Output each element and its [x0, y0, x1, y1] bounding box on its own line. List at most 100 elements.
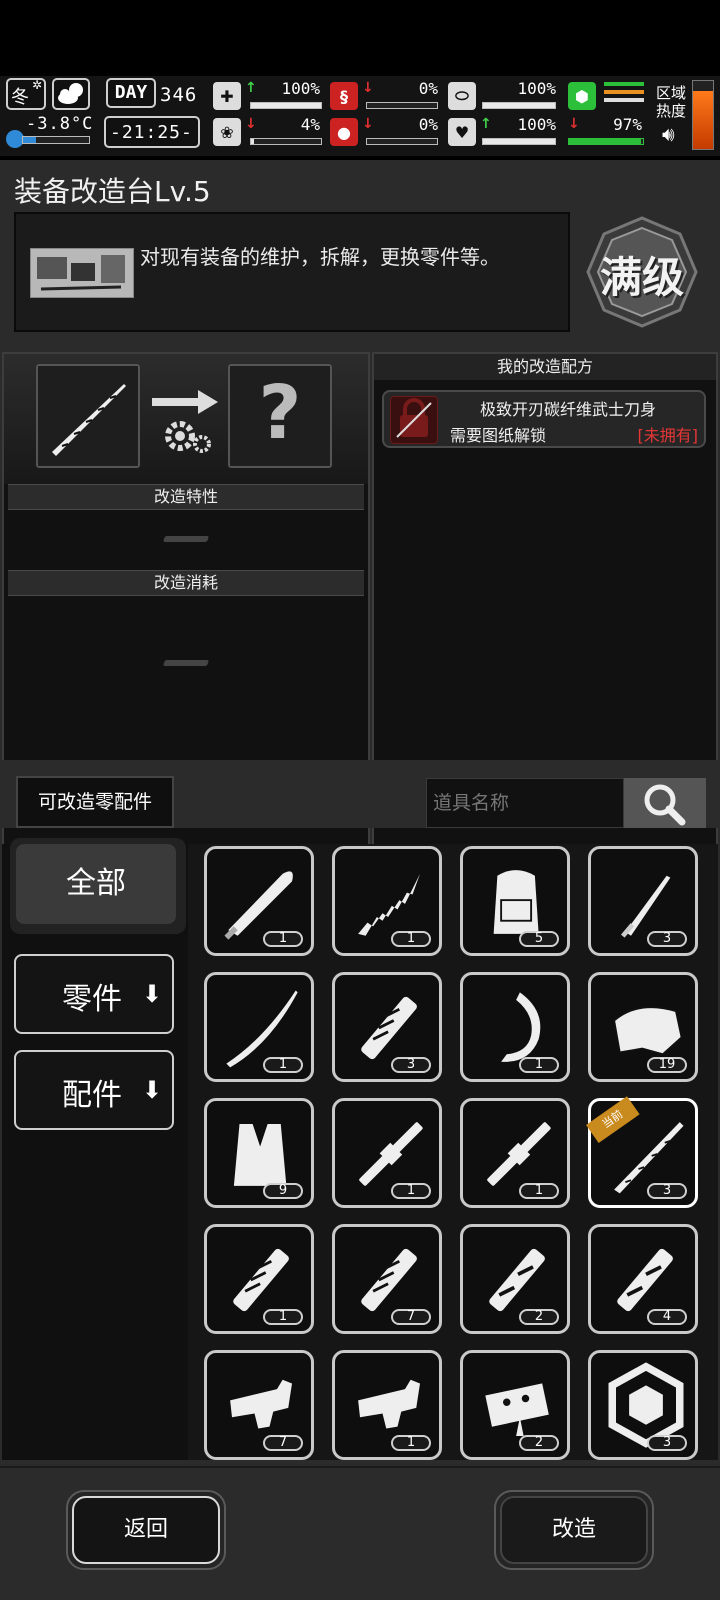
snowflake-icon: ✲ — [31, 78, 42, 92]
inventory-item[interactable]: 2 — [460, 1350, 570, 1460]
serrated-katana-icon — [52, 384, 126, 456]
item-count: 1 — [519, 1183, 559, 1199]
item-count: 7 — [263, 1435, 303, 1451]
clock: -21:25- — [104, 116, 200, 148]
zone-heat-meter — [692, 80, 714, 150]
speaker-icon[interactable]: 🔊︎ — [662, 122, 675, 146]
item-count: 1 — [263, 931, 303, 947]
category-parts-label: 零件 — [62, 982, 122, 1017]
inventory-item[interactable]: 2 — [460, 1224, 570, 1334]
recipe-name: 极致开刃碳纤维武士刀身 — [480, 400, 657, 419]
inventory-item[interactable]: 3 — [588, 846, 698, 956]
category-parts-button[interactable]: 零件 ⬇ — [14, 954, 174, 1034]
max-level-label: 满级 — [599, 253, 684, 302]
inventory-item[interactable]: 19 — [588, 972, 698, 1082]
item-count: 1 — [391, 1435, 431, 1451]
medkit-icon: ✚ — [213, 82, 241, 110]
inventory-item[interactable]: 1 — [460, 1098, 570, 1208]
inventory-item[interactable]: 4 — [588, 1224, 698, 1334]
health-bar — [250, 102, 322, 109]
item-count: 1 — [263, 1309, 303, 1325]
health-value: 100% — [281, 79, 320, 98]
category-accessories-button[interactable]: 配件 ⬇ — [14, 1050, 174, 1130]
max-level-badge: 满级 — [586, 216, 698, 328]
item-count: 1 — [519, 1057, 559, 1073]
recipe-item[interactable]: 极致开刃碳纤维武士刀身 需要图纸解锁 [未拥有] — [382, 390, 706, 448]
temperature-bar — [22, 136, 90, 144]
mood-value: 100% — [517, 115, 556, 134]
convert-arrow-icon — [152, 390, 218, 414]
inventory-item[interactable]: 3 当前 — [586, 1096, 698, 1208]
modify-banner: ? — [4, 354, 368, 484]
inventory-item[interactable]: 3 — [332, 972, 442, 1082]
inventory-item[interactable]: 1 — [204, 972, 314, 1082]
traits-empty-dash — [162, 536, 210, 542]
description-text: 对现有装备的维护，拆解，更换零件等。 — [140, 245, 500, 269]
recipe-status-badge: [未拥有] — [637, 426, 699, 445]
item-count: 1 — [391, 931, 431, 947]
recipe-panel: 我的改造配方 极致开刃碳纤维武士刀身 需要图纸解锁 [未拥有] — [372, 352, 718, 924]
stomach-icon: § — [330, 82, 358, 110]
item-count: 4 — [647, 1309, 687, 1325]
search-input[interactable] — [426, 778, 624, 828]
expand-arrow-icon: ⬇ — [141, 980, 162, 1008]
stamina-value: 97% — [613, 115, 642, 134]
inventory-item[interactable]: 7 — [332, 1224, 442, 1334]
workbench-panel: 装备改造台Lv.5 对现有装备的维护，拆解，更换零件等。 满级 ? 改造特性 改… — [0, 160, 720, 1600]
temperature-value: -3.8°C — [26, 114, 94, 134]
item-count: 5 — [519, 931, 559, 947]
cost-empty-dash — [162, 660, 210, 666]
modifiable-parts-label: 可改造零配件 — [37, 791, 152, 813]
item-count: 7 — [391, 1309, 431, 1325]
item-count: 3 — [647, 1435, 687, 1451]
category-sidebar — [2, 844, 188, 1460]
modify-button[interactable]: 改造 — [500, 1496, 648, 1564]
stamina-bar — [568, 138, 644, 145]
inventory-item[interactable]: 1 — [204, 846, 314, 956]
clock-time: -21:25- — [110, 122, 193, 143]
inventory-item[interactable]: 1 — [460, 972, 570, 1082]
back-button[interactable]: 返回 — [72, 1496, 220, 1564]
thirst-value: 0% — [418, 115, 438, 134]
unknown-result-icon: ? — [258, 370, 302, 456]
inventory-item[interactable]: 1 — [204, 1224, 314, 1334]
inventory-item[interactable]: 1 — [332, 846, 442, 956]
item-count: 19 — [647, 1057, 687, 1073]
boot-icon: ⬢ — [568, 82, 596, 110]
status-bar: 冬 ✲ -3.8°C DAY 346 -21:25- ✚ ↑ 100% ❀ ↓ … — [0, 76, 720, 156]
zone-heat-label: 区域热度 — [656, 84, 687, 120]
inventory-item[interactable]: 1 — [332, 1350, 442, 1460]
mood-bar — [482, 138, 556, 145]
modify-label: 改造 — [551, 1517, 596, 1542]
item-count: 1 — [263, 1057, 303, 1073]
source-item-slot[interactable] — [36, 364, 140, 468]
item-count: 3 — [391, 1057, 431, 1073]
locked-recipe-icon — [390, 396, 438, 444]
season-label: 冬 — [11, 87, 29, 108]
expand-arrow-icon: ⬇ — [141, 1076, 162, 1104]
thirst-bar — [366, 138, 438, 145]
search-button[interactable] — [624, 778, 706, 828]
recipe-requirement: 需要图纸解锁 — [450, 426, 547, 445]
inventory-item[interactable]: 1 — [332, 1098, 442, 1208]
item-count: 2 — [519, 1435, 559, 1451]
modifiable-parts-button[interactable]: 可改造零配件 — [16, 776, 174, 828]
inventory-grid: 1 1 5 3 1 3 1 19 9 1 1 3 当前 1 7 2 4 7 1 2 3 — [188, 844, 718, 1460]
day-badge: DAY — [106, 78, 156, 108]
recipe-header: 我的改造配方 — [374, 354, 716, 380]
category-all-button[interactable]: 全部 — [16, 844, 176, 924]
inventory-item[interactable]: 9 — [204, 1098, 314, 1208]
heart-icon: ♥ — [448, 118, 476, 146]
cloud-moon-icon — [52, 78, 90, 110]
item-count: 2 — [519, 1309, 559, 1325]
item-count: 3 — [647, 1183, 687, 1199]
sanity-bar — [250, 138, 322, 145]
back-label: 返回 — [123, 1517, 168, 1542]
inventory-item[interactable]: 7 — [204, 1350, 314, 1460]
item-count: 3 — [647, 931, 687, 947]
inventory-item[interactable]: 5 — [460, 846, 570, 956]
day-number: 346 — [160, 84, 198, 106]
inventory-item[interactable]: 3 — [588, 1350, 698, 1460]
sanity-value: 4% — [300, 115, 320, 134]
result-item-slot: ? — [228, 364, 332, 468]
